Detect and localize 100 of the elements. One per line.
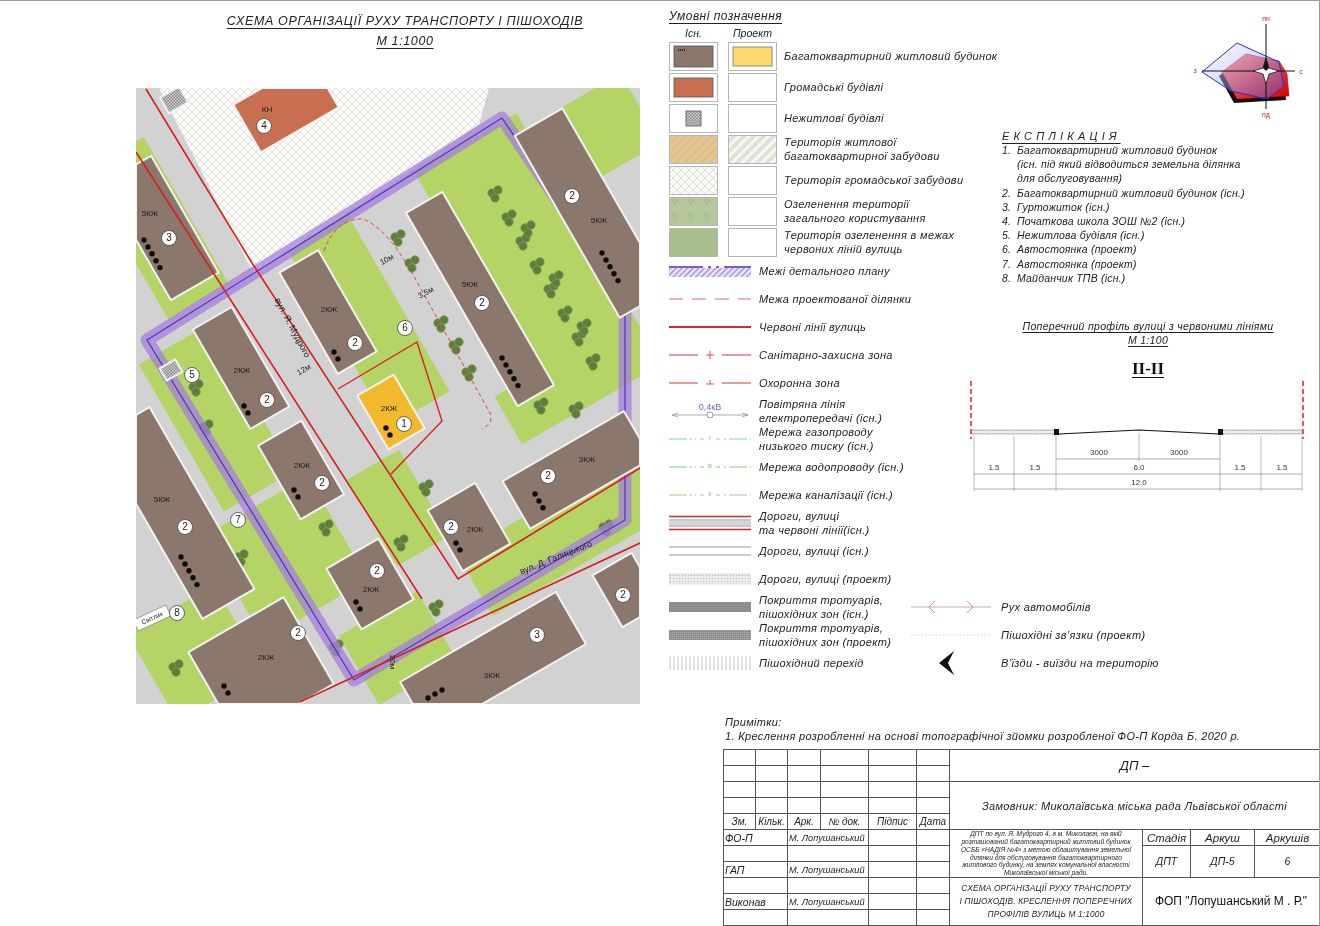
legend-label: Санітарно-захисна зона [759,348,893,363]
number-marker: 3 [529,627,545,643]
column-heading: Аркуш [1205,830,1240,845]
dimension-label: 1.5 [1276,463,1288,473]
legend-label: Дороги, вулиці та червоні лінії(існ.) [759,509,870,538]
dimension-label: 12м [295,362,313,378]
zone-line-icon [669,350,751,360]
sheet-title: СХЕМА ОРГАНІЗАЦІЇ РУХУ ТРАНСПОРТУ І ПІШОХОДІВ. КРЕСЛЕННЯ ПОПЕРЕЧНИХ ПРОФІЛІВ ВУЛИЦЬ М 1:1000 [959,882,1133,921]
column-heading: Кільк. [758,815,785,828]
road-icon [669,546,751,556]
empty-swatch-icon [728,196,777,226]
building-label: 5КЖ [461,280,479,290]
building-label: 2КЖ [257,653,275,663]
sheet-value: 6 [1284,855,1291,868]
tree-cluster [501,209,517,227]
building-label: 2КЖ [466,525,484,535]
legend-label: Рух автомобілів [1001,600,1091,614]
number-marker: 2 [369,563,385,579]
road-icon [669,573,751,585]
explication-item: 7. Автостоянка (проект) [1002,256,1137,271]
road-icon [669,515,751,531]
legend-label: Межі детального плану [759,264,890,279]
tree-cluster [461,364,477,382]
sidewalk-icon [669,602,751,612]
legend-label: Пішохідні зв’язки (проект) [1001,628,1146,642]
legend-label: Озеленення території загального користування [784,197,926,226]
signature-name: М. Лопушанський [789,831,865,844]
voltage-label: 0,4кВ [698,403,722,413]
notes-title: Примітки: [725,715,782,729]
tree-cluster [576,318,592,336]
profile-title: Поперечний профіль вулиці з червоними лініями [1022,319,1274,334]
tree-cluster [585,353,601,371]
building-label: КН [261,105,273,115]
column-heading: Арк. [794,815,814,828]
signature-name: М. Лопушанський [789,863,865,876]
sidewalk-icon [669,630,751,640]
profile-scale: М 1:100 [1127,333,1169,348]
tree-cluster [188,379,204,397]
explication-item: 4. Початкова школа ЗОШ №2 (існ.) [1002,214,1186,229]
number-marker: 2 [347,335,363,351]
company-name: ФОП "Лопушанський М . Р." [1154,894,1308,909]
explication-title: ЕКСПЛІКАЦІЯ [1002,129,1121,143]
empty-swatch-icon [728,72,777,102]
building-label: 2КЖ [380,404,398,414]
number-marker: 7 [230,512,246,528]
dimension-label: 3000 [1090,448,1108,458]
dimension-label: 1.5 [1234,463,1246,473]
dimension-label: 1.5 [1029,463,1041,473]
legend-label: Покриття тротуарів, пішохідних зон (проект) [759,621,892,649]
dimension-label: 3000 [1170,448,1188,458]
building-label: 5КЖ [141,209,159,219]
column-heading: Аркушів [1265,830,1310,845]
explication-item: 6. Автостоянка (проект) [1002,242,1137,257]
small-building-swatch-icon [669,103,718,133]
tree-cluster [418,479,434,497]
customer-text: Замовник: Миколаївська міська рада Львівської області [981,798,1288,813]
number-marker: 4 [256,118,272,134]
legend-label: Дороги, вулиці (існ.) [759,544,869,558]
building-label: 3КЖ [578,455,596,465]
tree-cluster [168,659,184,677]
building-label: 2КЖ [320,305,338,315]
legend-label: Громадські будівлі [784,80,884,95]
tree-cluster [393,534,409,552]
legend-label: Межа проектованої ділянки [759,292,912,307]
dimension-label: 10м [378,252,396,267]
tree-cluster [533,397,549,415]
building [158,358,184,382]
dimension-label: 6.0 [1133,463,1145,473]
pipeline-icon [669,494,751,496]
number-marker: 3 [161,230,177,246]
legend-label: Територія громадської забудови [784,173,964,188]
number-marker: 2 [615,587,631,603]
column-heading: Існ. [685,27,702,41]
sheet-value: ДП-5 [1210,855,1235,868]
project-code: ДП – [1119,757,1150,774]
building [159,88,189,115]
explication-item: 5. Нежитлова будівля (існ.) [1002,228,1145,243]
tree-cluster [557,305,573,323]
signature-role: ФО-П [725,831,753,844]
building-swatch-icon [728,41,777,71]
number-marker: 2 [259,392,275,408]
number-marker: 2 [290,625,306,641]
pipeline-icon [669,438,751,440]
number-marker: 2 [540,468,556,484]
power-line-icon [671,411,749,419]
tree-cluster [448,337,464,355]
legend-label: Пішохідний перехід [759,656,864,670]
number-marker: 1 [396,416,412,432]
note-text: 1. Креслення розробленні на основі топографічної зйомки розробленої ФО-П Корда Б. 2020 р. [725,729,1241,743]
explication-item: 1. Багатоквартирний житловий будинок (існ. під який відводиться земельна ділянка для обслуговування) [1002,143,1241,186]
dimension-label: 1.5 [988,463,1000,473]
legend-label: Мережа каналізації (існ.) [759,488,894,503]
column-heading: Підпис [876,815,909,828]
legend-label: В’їзди - виїзди на територію [1001,656,1159,670]
legend-label: Повітряна лінія електропередачі (існ.) [759,397,883,426]
chevron-icon [939,651,954,675]
signature-name: М. Лопушанський [789,895,865,908]
pipeline-icon [669,466,751,468]
tree-cluster [568,401,584,419]
building-label: 5КЖ [590,216,608,226]
